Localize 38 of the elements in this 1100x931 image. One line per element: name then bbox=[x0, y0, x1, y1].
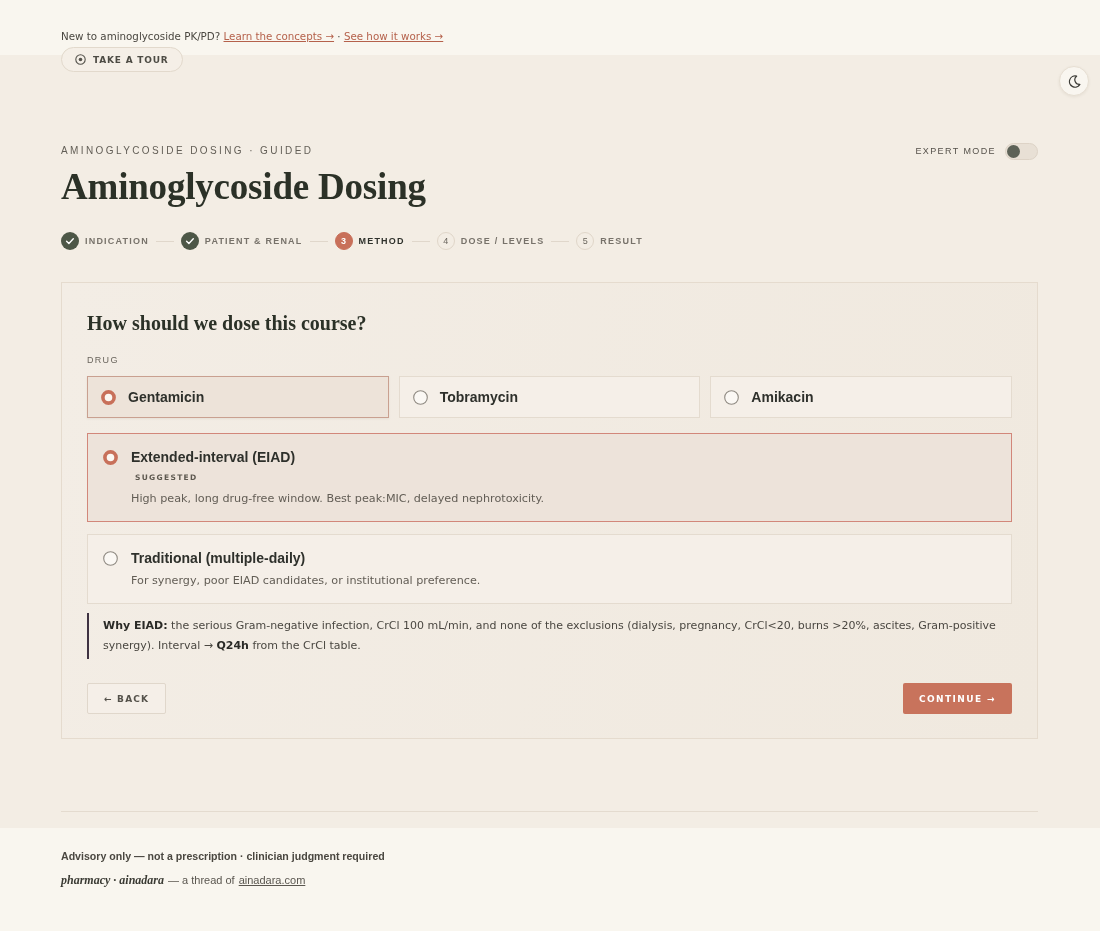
step-label: RESULT bbox=[600, 236, 643, 246]
method-description: For synergy, poor EIAD candidates, or institutional preference. bbox=[131, 574, 481, 588]
step-label: DOSE / LEVELS bbox=[460, 236, 545, 246]
site-link[interactable]: ainadara.com bbox=[238, 873, 306, 887]
brand-wordmark: pharmacy · ainadara bbox=[61, 873, 164, 887]
method-description: High peak, long drug-free window. Best peak:MIC, delayed nephrotoxicity. bbox=[131, 492, 545, 506]
intro-link[interactable]: See how it works → bbox=[343, 30, 444, 42]
drug-option[interactable]: Gentamicin bbox=[87, 376, 389, 418]
page-title: Aminoglycoside Dosing bbox=[61, 165, 427, 209]
circle-dot-icon bbox=[75, 54, 86, 65]
radio-icon bbox=[103, 450, 118, 465]
radio-icon bbox=[101, 389, 116, 405]
moon-icon bbox=[1067, 74, 1081, 88]
method-option[interactable]: Traditional (multiple-daily) For synergy, poor EIAD candidates, or institutional preference. bbox=[87, 534, 1012, 604]
step-label: INDICATION bbox=[85, 236, 149, 246]
tagline-text: — a thread of bbox=[168, 873, 235, 887]
tour-button[interactable]: TAKE A TOUR bbox=[61, 47, 183, 72]
step-label: PATIENT & RENAL bbox=[204, 236, 303, 246]
back-button[interactable]: ← BACK bbox=[87, 683, 167, 714]
disclaimer-text: Advisory only — not a prescription · clinician judgment required bbox=[61, 849, 386, 863]
expert-mode-label: EXPERT MODE bbox=[915, 145, 996, 157]
theme-toggle-button[interactable] bbox=[1059, 66, 1089, 96]
intro-link[interactable]: Learn the concepts → bbox=[223, 30, 335, 42]
radio-icon bbox=[103, 551, 118, 566]
step-number: 3 bbox=[334, 232, 353, 250]
method-title: Extended-interval (EIAD) bbox=[131, 449, 296, 465]
method-title: Traditional (multiple-daily) bbox=[131, 550, 306, 566]
rationale-note: Why EIAD: the serious Gram-negative infection, CrCl 100 mL/min, and none of the exclusions (dialysis, pregnancy, CrCl<20, burns >20%, ascites, Gram-positive synergy). Interval → Q24h from the CrCl table. bbox=[87, 613, 1012, 659]
step-label: METHOD bbox=[358, 236, 405, 246]
radio-icon bbox=[412, 389, 428, 405]
eyebrow-text: AMINOGLYCOSIDE DOSING · GUIDED bbox=[61, 144, 314, 158]
field-label: DRUG bbox=[87, 355, 119, 366]
radio-icon bbox=[724, 389, 740, 405]
intro-text: New to aminoglycoside PK/PD? Learn the concepts → · See how it works → bbox=[61, 29, 445, 43]
drug-option[interactable]: Tobramycin bbox=[398, 376, 701, 418]
drug-option[interactable]: Amikacin bbox=[710, 376, 1012, 418]
expert-mode-toggle[interactable] bbox=[1005, 142, 1038, 160]
card-heading: How should we dose this course? bbox=[87, 311, 368, 335]
